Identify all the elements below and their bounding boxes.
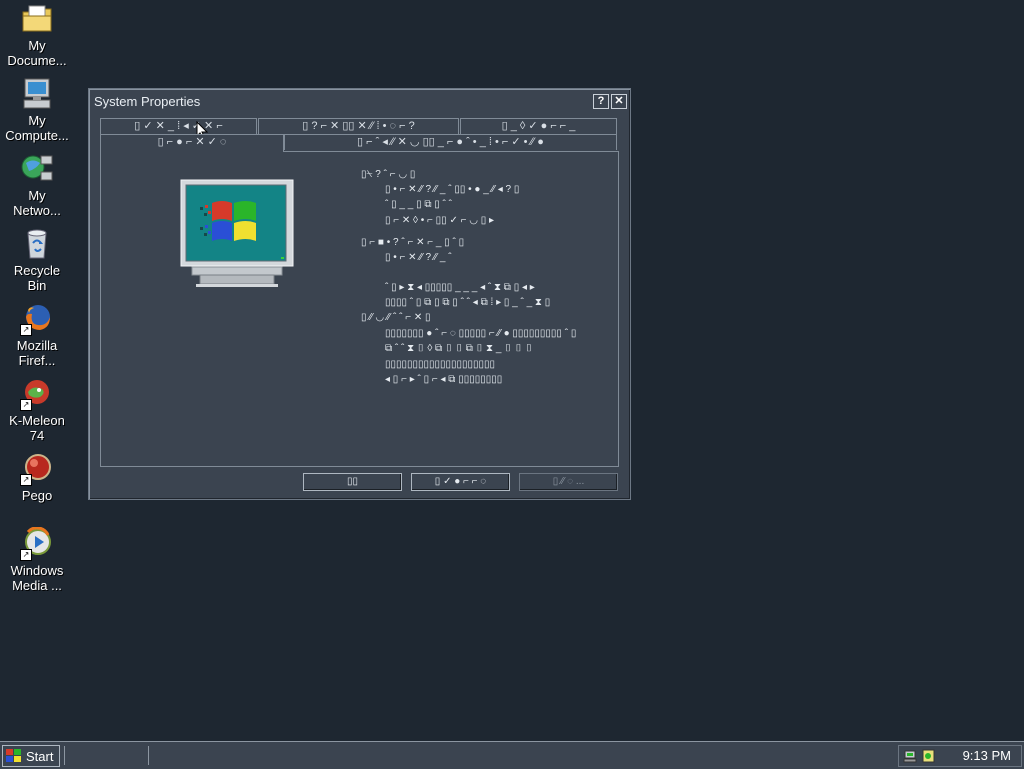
monitor-logo-icon	[180, 179, 295, 291]
media-player-icon: ↗	[20, 526, 54, 561]
network-tray-icon[interactable]	[903, 748, 919, 764]
system-properties-window: System Properties ? ✕ ▯ ✓ ✕ _ ⁞ ◂ ✓ ✕ ⌐ …	[88, 88, 631, 500]
info-line: ▯▯▯▯▯▯▯ ● ˆ ⌐ ◌ ▯▯▯▯▯ ⌐ ⁄⁄ ● ▯▯▯▯▯▯▯▯▯ ˆ…	[385, 328, 577, 339]
info-line: ▯ ⌐ ✕ ◊ • ⌐ ▯▯ ✓ ⌐ ◡ ▯ ▸	[385, 215, 495, 226]
desktop-icon-label: Windows	[10, 563, 64, 578]
desktop-icon-label: My	[28, 38, 46, 53]
title-bar[interactable]: System Properties ? ✕	[92, 92, 627, 111]
shortcut-arrow-icon: ↗	[20, 549, 32, 561]
cancel-button[interactable]: ▯ ✓ ● ⌐ ⌐ ◌	[411, 473, 510, 491]
tab-panel: ▯⍀ ? ˆ ⌐ ◡ ▯ ▯ • ⌐ ✕ ⁄⁄ ? ⁄⁄ _ ˆ ▯▯ • ● …	[100, 151, 619, 467]
desktop-icon-label: Media ...	[12, 578, 62, 593]
clock[interactable]: 9:13 PM	[963, 746, 1011, 766]
desktop-icon-label: My	[28, 113, 46, 128]
shortcut-arrow-icon: ↗	[20, 399, 32, 411]
shortcut-arrow-icon: ↗	[20, 474, 32, 486]
desktop-icon-label: 74	[29, 428, 45, 443]
tab-top-3[interactable]: ▯ _ ◊ ✓ ● ⌐ ⌐ _	[460, 118, 617, 134]
windows-flag-icon	[6, 749, 21, 762]
info-line: ▯ • ⌐ ✕ ⁄⁄ ? ⁄⁄ _ ˆ	[385, 252, 452, 263]
info-line: ˆ ▯ ▸ ⧗ ◂ ▯▯▯▯▯ _ _ _ ◂ ˆ ⧗ ⧉ ▯ ◂ ▸	[385, 282, 535, 293]
taskbar-separator	[64, 746, 65, 765]
tab-top-2[interactable]: ▯ ? ⌐ ✕ ▯▯ ✕ ⁄⁄ ⁞ • ◌ ⌐ ?	[258, 118, 459, 134]
desktop-icon-my-network[interactable]: My Netwo...	[2, 152, 72, 218]
start-label: Start	[26, 748, 54, 764]
start-button[interactable]: Start	[2, 745, 60, 767]
desktop-icon-my-computer[interactable]: My Compute...	[2, 77, 72, 143]
help-button[interactable]: ?	[593, 94, 609, 109]
desktop-icon-mozilla-firefox[interactable]: ↗ Mozilla Firef...	[2, 302, 72, 368]
info-line: ˆ ▯ _ _ ▯ ⧉ ▯ ˆ ˆ	[385, 199, 452, 210]
desktop-icon-my-documents[interactable]: My Docume...	[2, 2, 72, 68]
desktop-icon-label: K-Meleon	[9, 413, 65, 428]
desktop-icon-label: Mozilla	[16, 338, 58, 353]
desktop-icon-windows-media[interactable]: ↗ Windows Media ...	[2, 526, 72, 593]
ok-button[interactable]: ▯▯	[303, 473, 402, 491]
pego-ball-icon: ↗	[20, 452, 54, 486]
desktop-icon-pego[interactable]: ↗ Pego	[2, 452, 72, 503]
desktop-icon-k-meleon[interactable]: ↗ K-Meleon 74	[2, 377, 72, 443]
info-line: ◂ ▯ ⌐ ▸ ˆ ▯ ⌐ ◂ ⧉ ▯▯▯▯▯▯▯▯	[385, 374, 503, 385]
tab-row-bottom: ▯ ⌐ ● ⌐ ✕ ✓ ◌ ▯ ⌐ ˆ ◂ ⁄⁄ ✕ ◡ ▯▯ _ ⌐ ● ˆ …	[100, 134, 618, 152]
info-line: ▯ ⌐ ■ • ? ˆ ⌐ ✕ ⌐ _ ▯ ˆ ▯	[361, 237, 465, 248]
desktop-icon-label: Netwo...	[13, 203, 61, 218]
firefox-icon: ↗	[20, 302, 54, 336]
desktop-icon-label: My	[28, 188, 46, 203]
info-line: ▯ • ⌐ ✕ ⁄⁄ ? ⁄⁄ _ ˆ ▯▯ • ● _ ⁄⁄ ◂ ? ▯	[385, 184, 520, 195]
network-globe-icon	[20, 152, 54, 186]
taskbar-separator	[148, 746, 149, 765]
system-tray: 9:13 PM	[898, 745, 1022, 767]
desktop-icon-label: Firef...	[18, 353, 56, 368]
taskbar: Start 9:13 PM	[0, 741, 1024, 769]
tab-top-1[interactable]: ▯ ✓ ✕ _ ⁞ ◂ ✓ ✕ ⌐	[100, 118, 257, 134]
window-title: System Properties	[94, 94, 201, 109]
info-line: ▯▯▯▯▯▯▯▯▯▯▯▯▯▯▯▯▯▯▯▯	[385, 359, 496, 370]
desktop-icon-label: Bin	[27, 278, 47, 293]
tab-row-top: ▯ ✓ ✕ _ ⁞ ◂ ✓ ✕ ⌐ ▯ ? ⌐ ✕ ▯▯ ✕ ⁄⁄ ⁞ • ◌ …	[100, 118, 618, 135]
apply-button[interactable]: ▯ ⁄⁄ ◌ ...	[519, 473, 618, 491]
tab-second-row-2[interactable]: ▯ ⌐ ˆ ◂ ⁄⁄ ✕ ◡ ▯▯ _ ⌐ ● ˆ • _ ⁞ • ⌐ ✓ • …	[284, 134, 617, 150]
info-line: ▯⍀ ? ˆ ⌐ ◡ ▯	[361, 169, 416, 180]
folder-documents-icon	[20, 2, 54, 36]
desktop-icon-recycle-bin[interactable]: Recycle Bin	[2, 227, 72, 293]
info-line: ⧉ ˆ ˆ ⧗ ▯ ◊ ⧉ ▯ ▯ ⧉ ▯ ⧗ _ ▯ ▯ ▯	[385, 343, 533, 354]
volume-tray-icon[interactable]	[921, 748, 937, 764]
info-line: ▯▯▯▯ ˆ ▯ ⧉ ▯ ⧉ ▯ ˆ ˆ ◂ ⧉ ⁞ ▸ ▯ _ ˆ _ ⧗ ▯	[385, 297, 551, 308]
recycle-bin-icon	[20, 227, 54, 261]
info-line: ▯ ⁄⁄ ◡ ⁄⁄ ˆ ˆ ⌐ ✕ ▯	[361, 312, 431, 323]
desktop-icon-label: Docume...	[7, 53, 67, 68]
computer-icon	[20, 77, 54, 111]
k-meleon-icon: ↗	[20, 377, 54, 411]
desktop-icon-label: Pego	[21, 488, 53, 503]
close-button[interactable]: ✕	[611, 94, 627, 109]
tab-general[interactable]: ▯ ⌐ ● ⌐ ✕ ✓ ◌	[100, 134, 284, 152]
desktop-icon-label: Compute...	[5, 128, 69, 143]
shortcut-arrow-icon: ↗	[20, 324, 32, 336]
desktop-icon-label: Recycle	[13, 263, 61, 278]
